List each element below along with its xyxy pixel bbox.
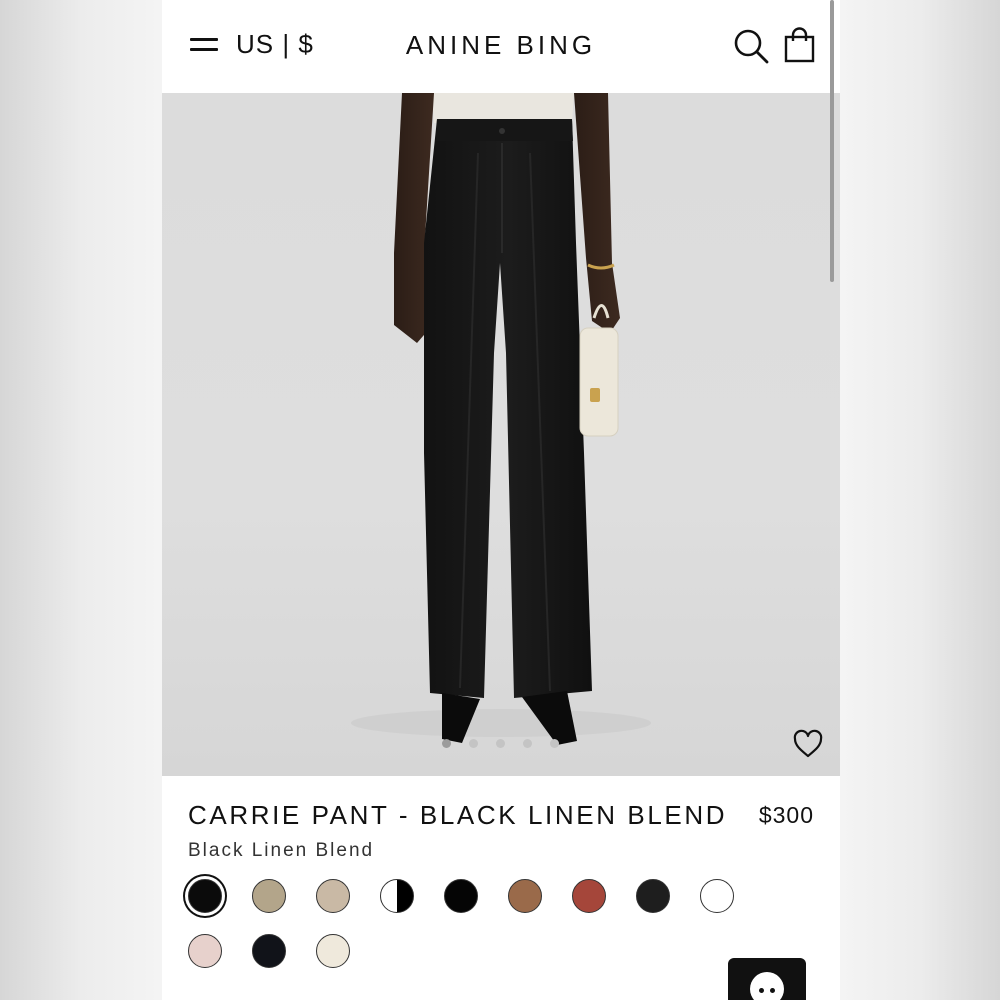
- product-info: CARRIE PANT - BLACK LINEN BLEND $300 Bla…: [162, 776, 840, 1000]
- gallery-dot[interactable]: [469, 739, 478, 748]
- hamburger-menu-icon[interactable]: [190, 34, 218, 56]
- scrollbar[interactable]: [830, 0, 834, 282]
- gallery-dot[interactable]: [523, 739, 532, 748]
- color-swatch[interactable]: [316, 934, 350, 968]
- gallery-dot[interactable]: [550, 739, 559, 748]
- chat-bubble: [750, 972, 784, 1000]
- phone-screen: US | $ ANINE BING CARRIE PANT - BLACK LI…: [162, 0, 840, 1000]
- currency-selector[interactable]: US | $: [236, 29, 314, 60]
- color-swatch[interactable]: [508, 879, 542, 913]
- search-icon[interactable]: [732, 26, 772, 66]
- swatch-row: [188, 876, 788, 916]
- gallery-dot[interactable]: [496, 739, 505, 748]
- product-title: CARRIE PANT - BLACK LINEN BLEND: [188, 800, 728, 830]
- site-header: US | $ ANINE BING: [162, 0, 840, 93]
- color-swatch[interactable]: [700, 879, 734, 913]
- swatch-row: [188, 931, 788, 971]
- product-image-gallery[interactable]: [162, 93, 840, 776]
- color-swatch[interactable]: [252, 879, 286, 913]
- color-swatch[interactable]: [444, 879, 478, 913]
- chat-icon[interactable]: [728, 958, 806, 1000]
- color-swatch[interactable]: [316, 879, 350, 913]
- color-swatch[interactable]: [188, 879, 222, 913]
- shopping-bag-icon[interactable]: [782, 26, 818, 66]
- gallery-dot[interactable]: [442, 739, 451, 748]
- product-photo: [351, 93, 651, 745]
- color-swatch[interactable]: [188, 934, 222, 968]
- color-swatch[interactable]: [252, 934, 286, 968]
- color-swatch[interactable]: [380, 879, 414, 913]
- heart-icon[interactable]: [792, 729, 824, 759]
- color-swatches: [188, 876, 788, 971]
- product-price: $300: [758, 802, 814, 828]
- selected-color-name: Black Linen Blend: [188, 840, 375, 861]
- color-swatch[interactable]: [572, 879, 606, 913]
- gallery-pagination: [442, 739, 559, 751]
- color-swatch[interactable]: [636, 879, 670, 913]
- brand-logo[interactable]: ANINE BING: [406, 30, 596, 60]
